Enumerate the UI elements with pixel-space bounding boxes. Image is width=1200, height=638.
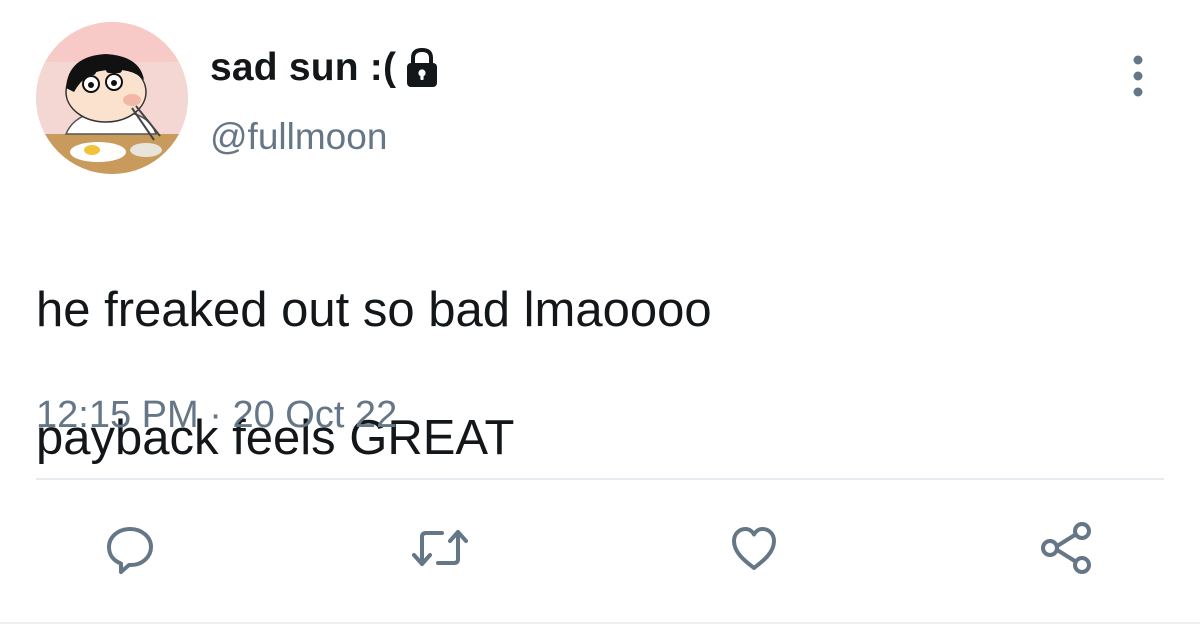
- share-icon: [1041, 522, 1091, 574]
- tweet-date: 20 Oct 22: [232, 394, 398, 436]
- cartoon-avatar-image: [36, 22, 188, 174]
- tweet-text: he freaked out so bad lmaoooo payback fe…: [36, 214, 1156, 534]
- like-button[interactable]: [722, 516, 786, 580]
- tweet-card: sad sun :( @fullmoon he freaked out so b…: [0, 0, 1200, 638]
- tweet-time: 12:15 PM: [36, 394, 199, 436]
- tweet-text-line-1: he freaked out so bad lmaoooo: [36, 283, 712, 337]
- author-name-row: sad sun :(: [210, 40, 442, 96]
- reply-button[interactable]: [98, 516, 162, 580]
- more-vertical-icon: [1133, 55, 1143, 97]
- share-button[interactable]: [1034, 516, 1098, 580]
- avatar[interactable]: [36, 22, 188, 174]
- divider: [36, 478, 1164, 480]
- user-handle[interactable]: @fullmoon: [210, 116, 387, 158]
- reply-icon: [107, 527, 153, 574]
- heart-icon: [732, 527, 776, 570]
- more-options-button[interactable]: [1118, 48, 1158, 104]
- timestamp-separator: ·: [209, 394, 222, 436]
- lock-icon: [402, 46, 442, 90]
- bottom-divider: [0, 622, 1200, 624]
- display-name[interactable]: sad sun :(: [210, 46, 396, 90]
- retweet-icon: [412, 530, 468, 566]
- tweet-timestamp[interactable]: 12:15 PM · 20 Oct 22: [36, 394, 397, 437]
- retweet-button[interactable]: [408, 516, 472, 580]
